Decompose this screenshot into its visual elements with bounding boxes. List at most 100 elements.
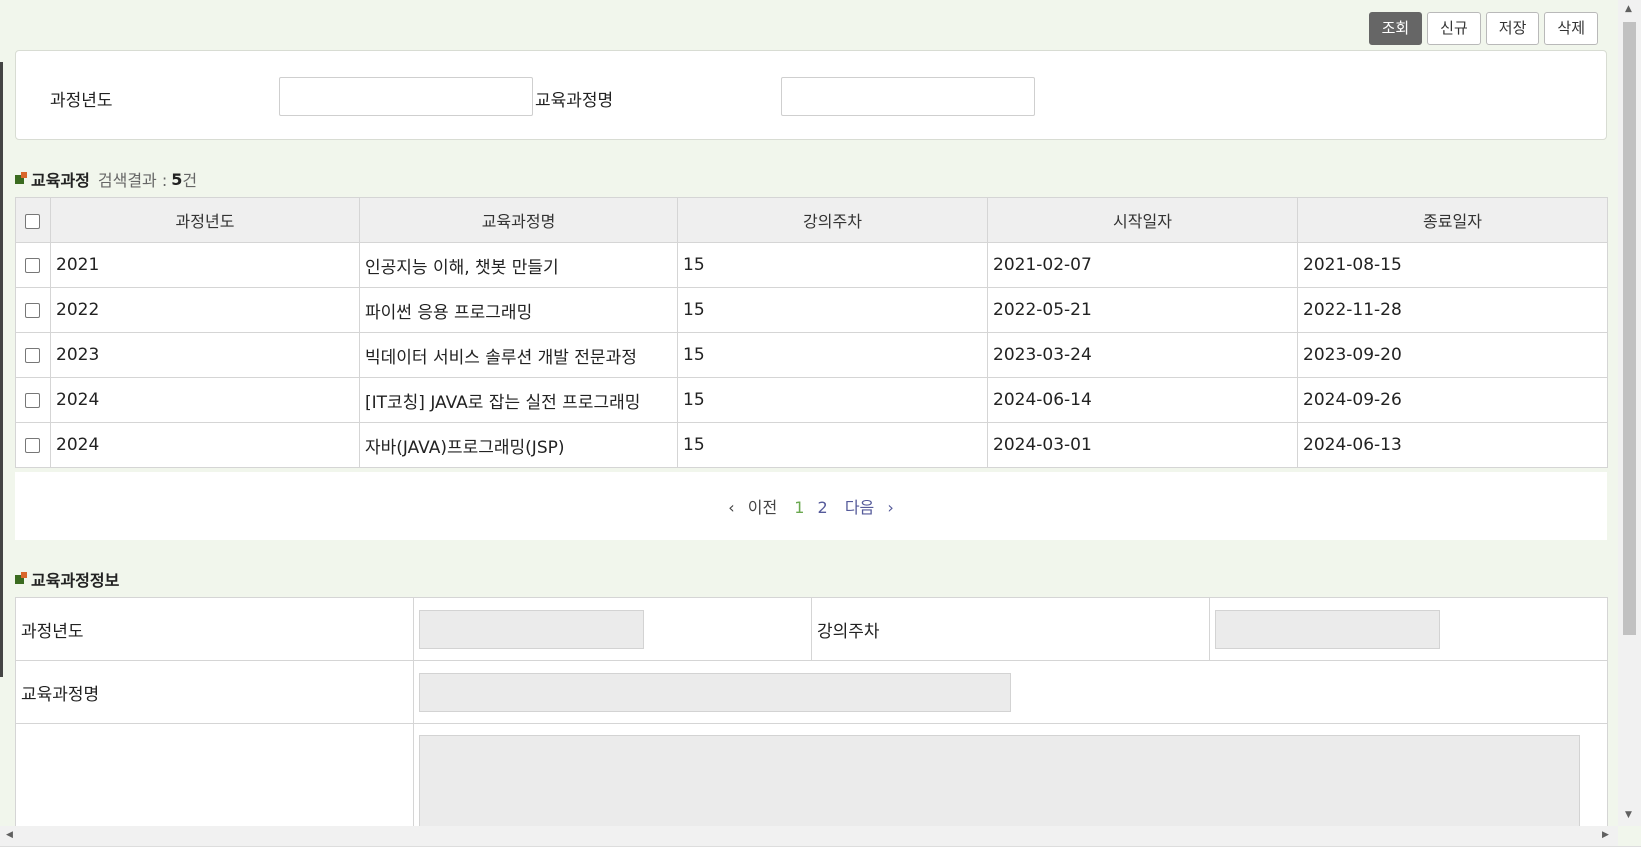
detail-weeks-label: 강의주차	[811, 597, 1210, 661]
course-list-heading: 교육과정	[31, 171, 90, 190]
section-mark-icon	[15, 572, 29, 586]
cell-weeks: 15	[677, 287, 988, 333]
cell-start-date: 2021-02-07	[987, 242, 1298, 288]
course-table: 과정년도 교육과정명 강의주차 시작일자 종료일자 2021 인공지능 이해, …	[15, 197, 1608, 468]
scroll-down-arrow-icon[interactable]: ▼	[1625, 810, 1632, 820]
detail-desc-label	[15, 723, 414, 826]
prev-page-label: 이전	[747, 498, 778, 517]
cell-start-date: 2024-06-14	[987, 377, 1298, 423]
select-all-checkbox[interactable]	[25, 213, 40, 229]
result-prefix: 검색결과 :	[97, 171, 168, 190]
course-info-heading: 교육과정정보	[31, 571, 120, 590]
course-info-form: 과정년도 강의주차 교육과정명	[15, 597, 1608, 826]
cell-year: 2024	[50, 377, 360, 423]
row-check-cell	[15, 332, 51, 378]
section-mark-icon	[15, 172, 29, 186]
detail-year-label: 과정년도	[15, 597, 414, 661]
detail-desc-cell	[413, 723, 1608, 826]
cell-course-name: 빅데이터 서비스 솔루션 개발 전문과정	[359, 332, 678, 378]
detail-weeks-cell	[1209, 597, 1608, 661]
row-checkbox[interactable]	[25, 392, 40, 408]
cell-year: 2021	[50, 242, 360, 288]
next-page-link[interactable]: 다음 ›	[841, 498, 898, 517]
pagination-area: ‹ 이전 1 2 다음 ›	[15, 472, 1607, 540]
cell-weeks: 15	[677, 332, 988, 378]
cell-year: 2023	[50, 332, 360, 378]
new-button[interactable]: 신규	[1427, 12, 1481, 45]
page-link[interactable]: 2	[818, 498, 828, 517]
cell-end-date: 2024-09-26	[1297, 377, 1608, 423]
cell-course-name: 파이썬 응용 프로그래밍	[359, 287, 678, 333]
result-suffix: 건	[182, 171, 198, 190]
table-row[interactable]: 2024 [IT코칭] JAVA로 잡는 실전 프로그래밍 15 2024-06…	[15, 377, 1608, 423]
cell-course-name: 자바(JAVA)프로그래밍(JSP)	[359, 422, 678, 468]
header-end-date[interactable]: 종료일자	[1297, 197, 1608, 243]
action-toolbar: 조회 신규 저장 삭제	[1368, 12, 1598, 45]
scroll-right-arrow-icon[interactable]: ▶	[1602, 830, 1609, 840]
cell-year: 2022	[50, 287, 360, 333]
row-checkbox[interactable]	[25, 347, 40, 363]
course-info-title: 교육과정정보	[15, 567, 119, 591]
header-course-name[interactable]: 교육과정명	[359, 197, 678, 243]
cell-weeks: 15	[677, 242, 988, 288]
save-button[interactable]: 저장	[1485, 12, 1540, 45]
table-row[interactable]: 2024 자바(JAVA)프로그래밍(JSP) 15 2024-03-01 20…	[15, 422, 1608, 468]
detail-weeks-field[interactable]	[1215, 609, 1440, 649]
chevron-left-icon: ‹	[728, 498, 735, 517]
detail-desc-field[interactable]	[419, 735, 1580, 826]
detail-name-label: 교육과정명	[15, 660, 414, 724]
delete-button[interactable]: 삭제	[1544, 12, 1598, 45]
table-row[interactable]: 2023 빅데이터 서비스 솔루션 개발 전문과정 15 2023-03-24 …	[15, 332, 1608, 378]
search-course-name-label: 교육과정명	[535, 91, 614, 111]
cell-year: 2024	[50, 422, 360, 468]
course-list-title: 교육과정 검색결과 : 5 건	[15, 167, 197, 191]
detail-name-field[interactable]	[419, 672, 1011, 712]
cell-start-date: 2024-03-01	[987, 422, 1298, 468]
cell-end-date: 2024-06-13	[1297, 422, 1608, 468]
cell-course-name: [IT코칭] JAVA로 잡는 실전 프로그래밍	[359, 377, 678, 423]
main-content: 조회 신규 저장 삭제 과정년도 교육과정명 교육과정 검색결과 : 5 건 과…	[15, 0, 1608, 826]
header-year[interactable]: 과정년도	[50, 197, 360, 243]
row-checkbox[interactable]	[25, 302, 40, 318]
cell-weeks: 15	[677, 422, 988, 468]
search-year-input[interactable]	[279, 77, 533, 116]
cell-end-date: 2021-08-15	[1297, 242, 1608, 288]
prev-page-link[interactable]: ‹ 이전	[724, 498, 781, 517]
row-check-cell	[15, 287, 51, 333]
search-year-label: 과정년도	[50, 91, 113, 111]
scroll-left-arrow-icon[interactable]: ◀	[6, 830, 13, 840]
select-all-cell	[15, 197, 51, 243]
cell-start-date: 2022-05-21	[987, 287, 1298, 333]
chevron-right-icon: ›	[887, 498, 894, 517]
detail-year-field[interactable]	[419, 609, 644, 649]
next-page-label: 다음	[844, 498, 875, 517]
row-checkbox[interactable]	[25, 257, 40, 273]
header-start-date[interactable]: 시작일자	[987, 197, 1298, 243]
row-check-cell	[15, 377, 51, 423]
result-count: 5	[171, 169, 183, 189]
cell-end-date: 2022-11-28	[1297, 287, 1608, 333]
row-check-cell	[15, 422, 51, 468]
header-weeks[interactable]: 강의주차	[677, 197, 988, 243]
table-row[interactable]: 2021 인공지능 이해, 챗봇 만들기 15 2021-02-07 2021-…	[15, 242, 1608, 288]
page-link-current[interactable]: 1	[794, 498, 804, 517]
search-course-name-input[interactable]	[781, 77, 1035, 116]
table-row[interactable]: 2022 파이썬 응용 프로그래밍 15 2022-05-21 2022-11-…	[15, 287, 1608, 333]
search-panel: 과정년도 교육과정명	[15, 50, 1607, 140]
cell-end-date: 2023-09-20	[1297, 332, 1608, 378]
row-check-cell	[15, 242, 51, 288]
row-checkbox[interactable]	[25, 437, 40, 453]
vertical-scroll-thumb[interactable]	[1623, 22, 1636, 635]
cell-start-date: 2023-03-24	[987, 332, 1298, 378]
cell-course-name: 인공지능 이해, 챗봇 만들기	[359, 242, 678, 288]
horizontal-scrollbar[interactable]: ◀ ▶	[0, 826, 1618, 846]
search-button[interactable]: 조회	[1368, 12, 1423, 45]
table-header-row: 과정년도 교육과정명 강의주차 시작일자 종료일자	[15, 197, 1608, 243]
vertical-scrollbar[interactable]: ▲ ▼	[1618, 0, 1641, 826]
scroll-up-arrow-icon[interactable]: ▲	[1625, 4, 1632, 14]
detail-name-cell	[413, 660, 1608, 724]
detail-year-cell	[413, 597, 812, 661]
window-left-edge	[0, 62, 3, 677]
pagination: ‹ 이전 1 2 다음 ›	[15, 494, 1607, 518]
cell-weeks: 15	[677, 377, 988, 423]
